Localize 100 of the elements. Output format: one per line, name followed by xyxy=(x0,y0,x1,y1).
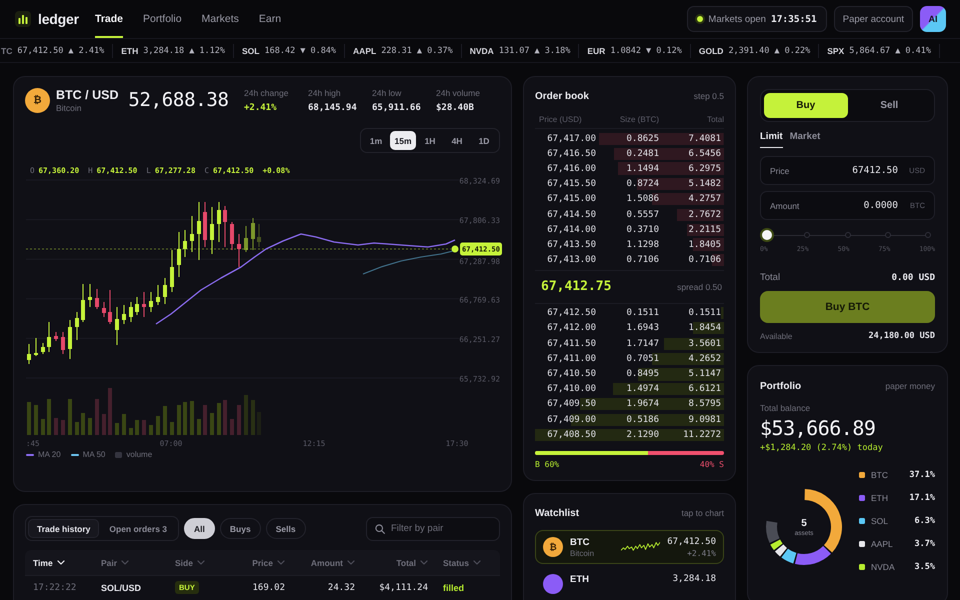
total-balance: $53,666.89 xyxy=(760,416,876,440)
mid-price: 67,412.75 xyxy=(541,279,612,294)
volume-bar xyxy=(183,402,187,435)
nav-tab[interactable]: Markets xyxy=(202,0,239,38)
volume-bar xyxy=(47,399,51,435)
nav-tab[interactable]: Trade xyxy=(95,0,124,38)
candle xyxy=(223,206,227,248)
column-header[interactable]: Status xyxy=(428,558,500,568)
size-cell: 0.3710 xyxy=(626,224,659,235)
account-button[interactable]: Paper account xyxy=(834,6,913,32)
price-cell: 67,408.50 xyxy=(547,430,596,440)
price-cell: 67,412.00 xyxy=(547,323,596,334)
volume-bar xyxy=(244,395,248,435)
total-cell: 1.8454 xyxy=(688,323,721,334)
interval-button[interactable]: 1H xyxy=(417,131,443,150)
filter-chip[interactable]: All xyxy=(184,518,215,539)
interval-button[interactable]: 4H xyxy=(444,131,470,150)
price-cell: 67,409.50 xyxy=(547,399,596,410)
size-cell: 1.5086 xyxy=(626,194,659,204)
ticker-change: ▲ 1.12% xyxy=(189,46,226,56)
column-header: Price (USD) xyxy=(538,115,583,124)
volume-bar xyxy=(102,414,106,435)
coin-symbol: ETH xyxy=(570,574,590,586)
size-cell: 0.7051 xyxy=(626,354,659,364)
field-value: 0.0000 xyxy=(864,200,898,211)
pair-search-field[interactable]: Filter by pair xyxy=(366,516,500,540)
card-title: Watchlist xyxy=(535,508,580,519)
order-type-tab[interactable]: Limit xyxy=(760,131,783,148)
nav-tab[interactable]: Earn xyxy=(258,0,282,38)
ticker-symbol: SOL xyxy=(242,46,260,56)
asset-share: 3.7% xyxy=(914,538,935,548)
candle xyxy=(81,284,85,322)
column-header[interactable]: Time xyxy=(33,558,101,568)
volume-bar xyxy=(115,423,119,435)
legend-label: MA 20 xyxy=(38,450,61,459)
order-type-tab[interactable]: Market xyxy=(790,131,820,148)
total-cell: 0.1511 xyxy=(688,308,721,318)
candle xyxy=(251,218,255,250)
total-cell: 2.7672 xyxy=(688,210,721,220)
slider-stop-icon xyxy=(804,232,810,238)
status-cell-text: filled xyxy=(442,582,466,592)
nav-tab[interactable]: Portfolio xyxy=(143,0,182,38)
interval-button[interactable]: 15m xyxy=(390,131,416,150)
history-tab[interactable]: Open orders 3 xyxy=(100,519,176,538)
interval-button[interactable]: 1D xyxy=(471,131,497,150)
volume-bar xyxy=(108,388,112,435)
volume-bar xyxy=(34,405,38,435)
volume-bar xyxy=(68,399,72,435)
candle xyxy=(217,202,221,242)
candle xyxy=(163,278,167,304)
ticker-symbol: ETH xyxy=(121,46,138,56)
ticker-change: ▲ 0.37% xyxy=(416,46,453,56)
candle xyxy=(27,344,31,364)
buy-share-label: B 60% xyxy=(535,460,560,470)
stat-label: 24h high xyxy=(308,88,342,99)
price-cell: 67,413.50 xyxy=(547,240,596,250)
coin-logo: ₿ xyxy=(543,537,563,558)
candle xyxy=(47,322,51,352)
watchlist-item[interactable]: ETH 3,284.18 xyxy=(535,568,724,600)
asset-label: ETH xyxy=(871,492,888,502)
balance-change: +$1,284.20 (2.74%) today xyxy=(760,443,884,453)
coin-price: 67,412.50 xyxy=(667,536,716,547)
side-button[interactable]: Sell xyxy=(848,93,931,118)
candle xyxy=(210,206,214,254)
asset-share: 37.1% xyxy=(909,470,935,480)
spread-label: spread 0.50 xyxy=(677,282,722,292)
candle xyxy=(237,234,241,268)
interval-button[interactable]: 1m xyxy=(363,131,389,150)
volume-bar xyxy=(54,418,58,435)
app-name: ledger xyxy=(38,11,79,27)
column-header[interactable]: Pair xyxy=(101,558,175,568)
column-header[interactable]: Amount xyxy=(285,558,355,568)
ticker-change: ▲ 2.41% xyxy=(68,46,104,56)
candle xyxy=(170,250,174,292)
volume-bar xyxy=(95,399,99,435)
coin-name: Bitcoin xyxy=(56,103,83,113)
avatar[interactable]: AI xyxy=(920,6,946,32)
filter-chip[interactable]: Buys xyxy=(220,518,261,539)
column-header[interactable]: Total xyxy=(355,558,428,568)
column-header: Size (BTC) xyxy=(618,115,659,124)
size-cell: 2.1290 xyxy=(626,430,659,440)
buy-button[interactable]: Buy BTC xyxy=(760,291,935,323)
side-button[interactable]: Buy xyxy=(764,93,848,118)
volume-bar xyxy=(223,400,227,435)
watchlist-item[interactable]: ₿ BTC Bitcoin 67,412.50 +2.41% xyxy=(535,530,724,564)
volume-bar xyxy=(41,419,45,435)
candle xyxy=(68,320,72,360)
price-cell: 67,409.00 xyxy=(547,414,596,425)
filter-chip[interactable]: Sells xyxy=(266,518,306,539)
volume-bar xyxy=(81,413,85,435)
chevron-down-icon xyxy=(196,560,205,565)
size-cell: 0.7106 xyxy=(626,255,659,266)
history-tab[interactable]: Trade history xyxy=(28,519,100,538)
volume-bar xyxy=(122,414,126,435)
column-header[interactable]: Price xyxy=(225,558,285,568)
slider-thumb[interactable] xyxy=(760,228,774,242)
volume-bar xyxy=(251,400,255,435)
column-header[interactable]: Side xyxy=(175,558,225,568)
ticker-symbol: GOLD xyxy=(698,46,724,56)
candle xyxy=(115,306,119,346)
